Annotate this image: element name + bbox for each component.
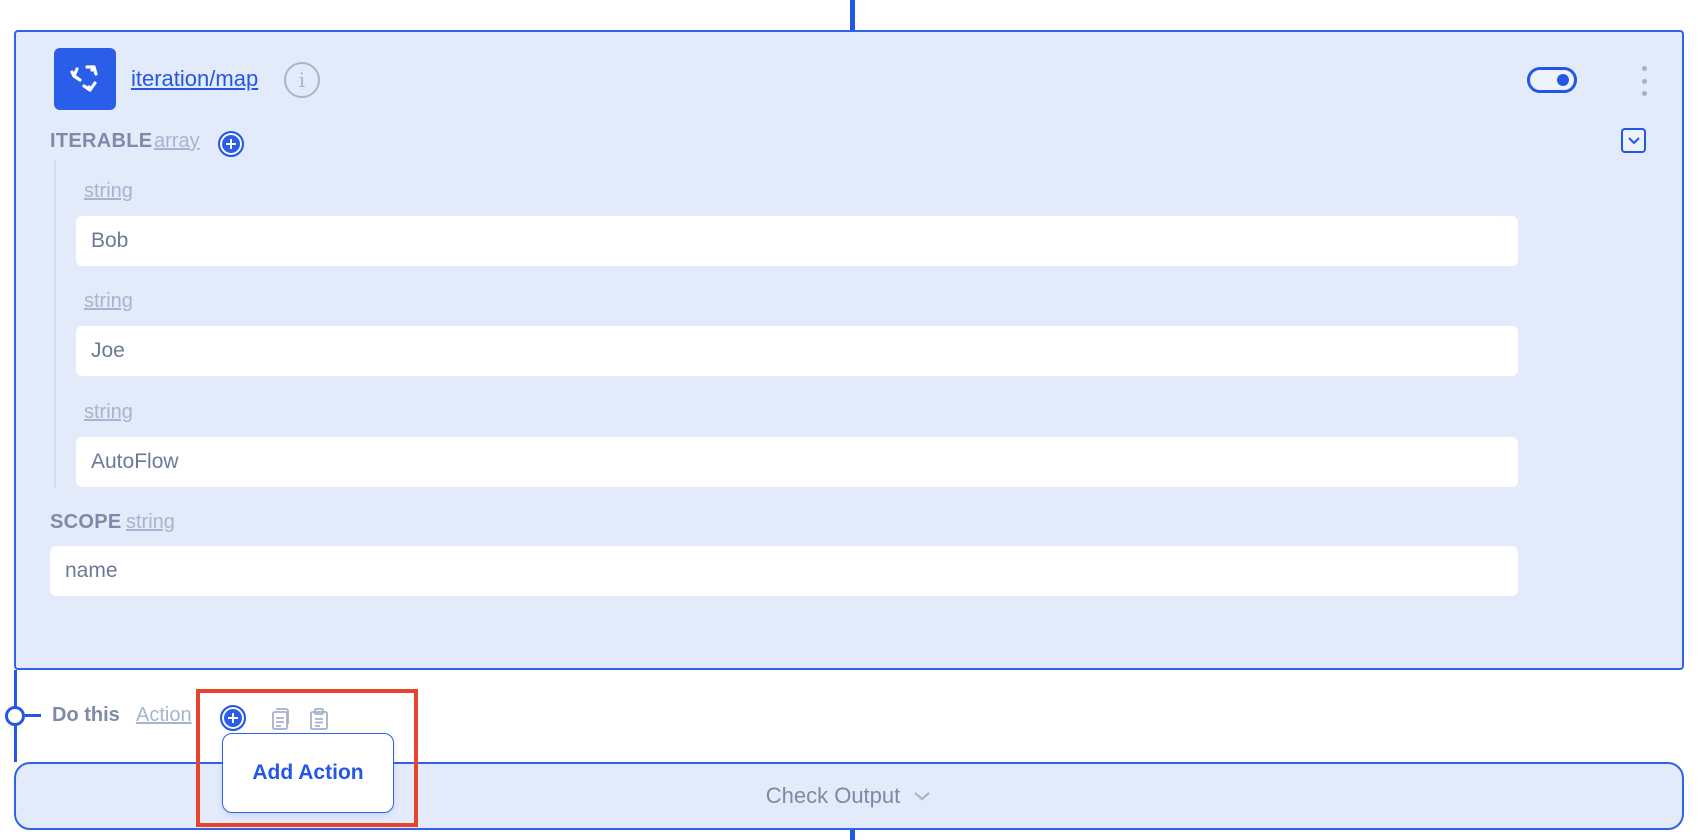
- do-this-label: Do this: [52, 704, 120, 726]
- iterable-type-link[interactable]: array: [154, 130, 200, 153]
- chevron-down-icon: [914, 792, 930, 801]
- check-output-label: Check Output: [765, 783, 901, 808]
- chevron-down-icon[interactable]: [1621, 128, 1646, 153]
- kebab-menu-icon[interactable]: [1640, 66, 1648, 96]
- item-type-link[interactable]: string: [84, 401, 133, 424]
- plus-icon: [226, 139, 236, 149]
- add-action-popup[interactable]: Add Action: [222, 733, 394, 813]
- scope-input[interactable]: name: [50, 546, 1518, 596]
- item-type-link[interactable]: string: [84, 180, 133, 203]
- iterable-item-input[interactable]: Joe: [76, 326, 1518, 376]
- loop-icon: [54, 48, 116, 110]
- action-type-link[interactable]: Action: [136, 704, 192, 727]
- iterable-item-input[interactable]: Bob: [76, 216, 1518, 266]
- branch-connector-line: [25, 714, 41, 717]
- copy-icon[interactable]: [269, 707, 291, 731]
- node-enable-toggle[interactable]: [1527, 67, 1577, 93]
- item-type-link[interactable]: string: [84, 290, 133, 313]
- add-iterable-item-button[interactable]: [218, 131, 244, 157]
- node-title-link[interactable]: iteration/map: [131, 66, 258, 92]
- branch-connector-node: [5, 706, 25, 726]
- scope-type-link[interactable]: string: [126, 511, 175, 534]
- array-items-rail: [54, 160, 56, 488]
- iterable-label: ITERABLE: [50, 130, 153, 152]
- flow-connector-top: [850, 0, 855, 32]
- info-icon[interactable]: i: [284, 62, 320, 98]
- add-action-popup-label[interactable]: Add Action: [252, 761, 363, 785]
- plus-icon: [228, 713, 238, 723]
- map-node-card: iteration/map i ITERABLE array string Bo…: [14, 30, 1684, 670]
- scope-label: SCOPE: [50, 511, 122, 533]
- add-action-button[interactable]: [220, 705, 246, 731]
- flow-connector-bottom: [850, 830, 855, 840]
- iterable-item-input[interactable]: AutoFlow: [76, 437, 1518, 487]
- paste-icon[interactable]: [308, 707, 330, 731]
